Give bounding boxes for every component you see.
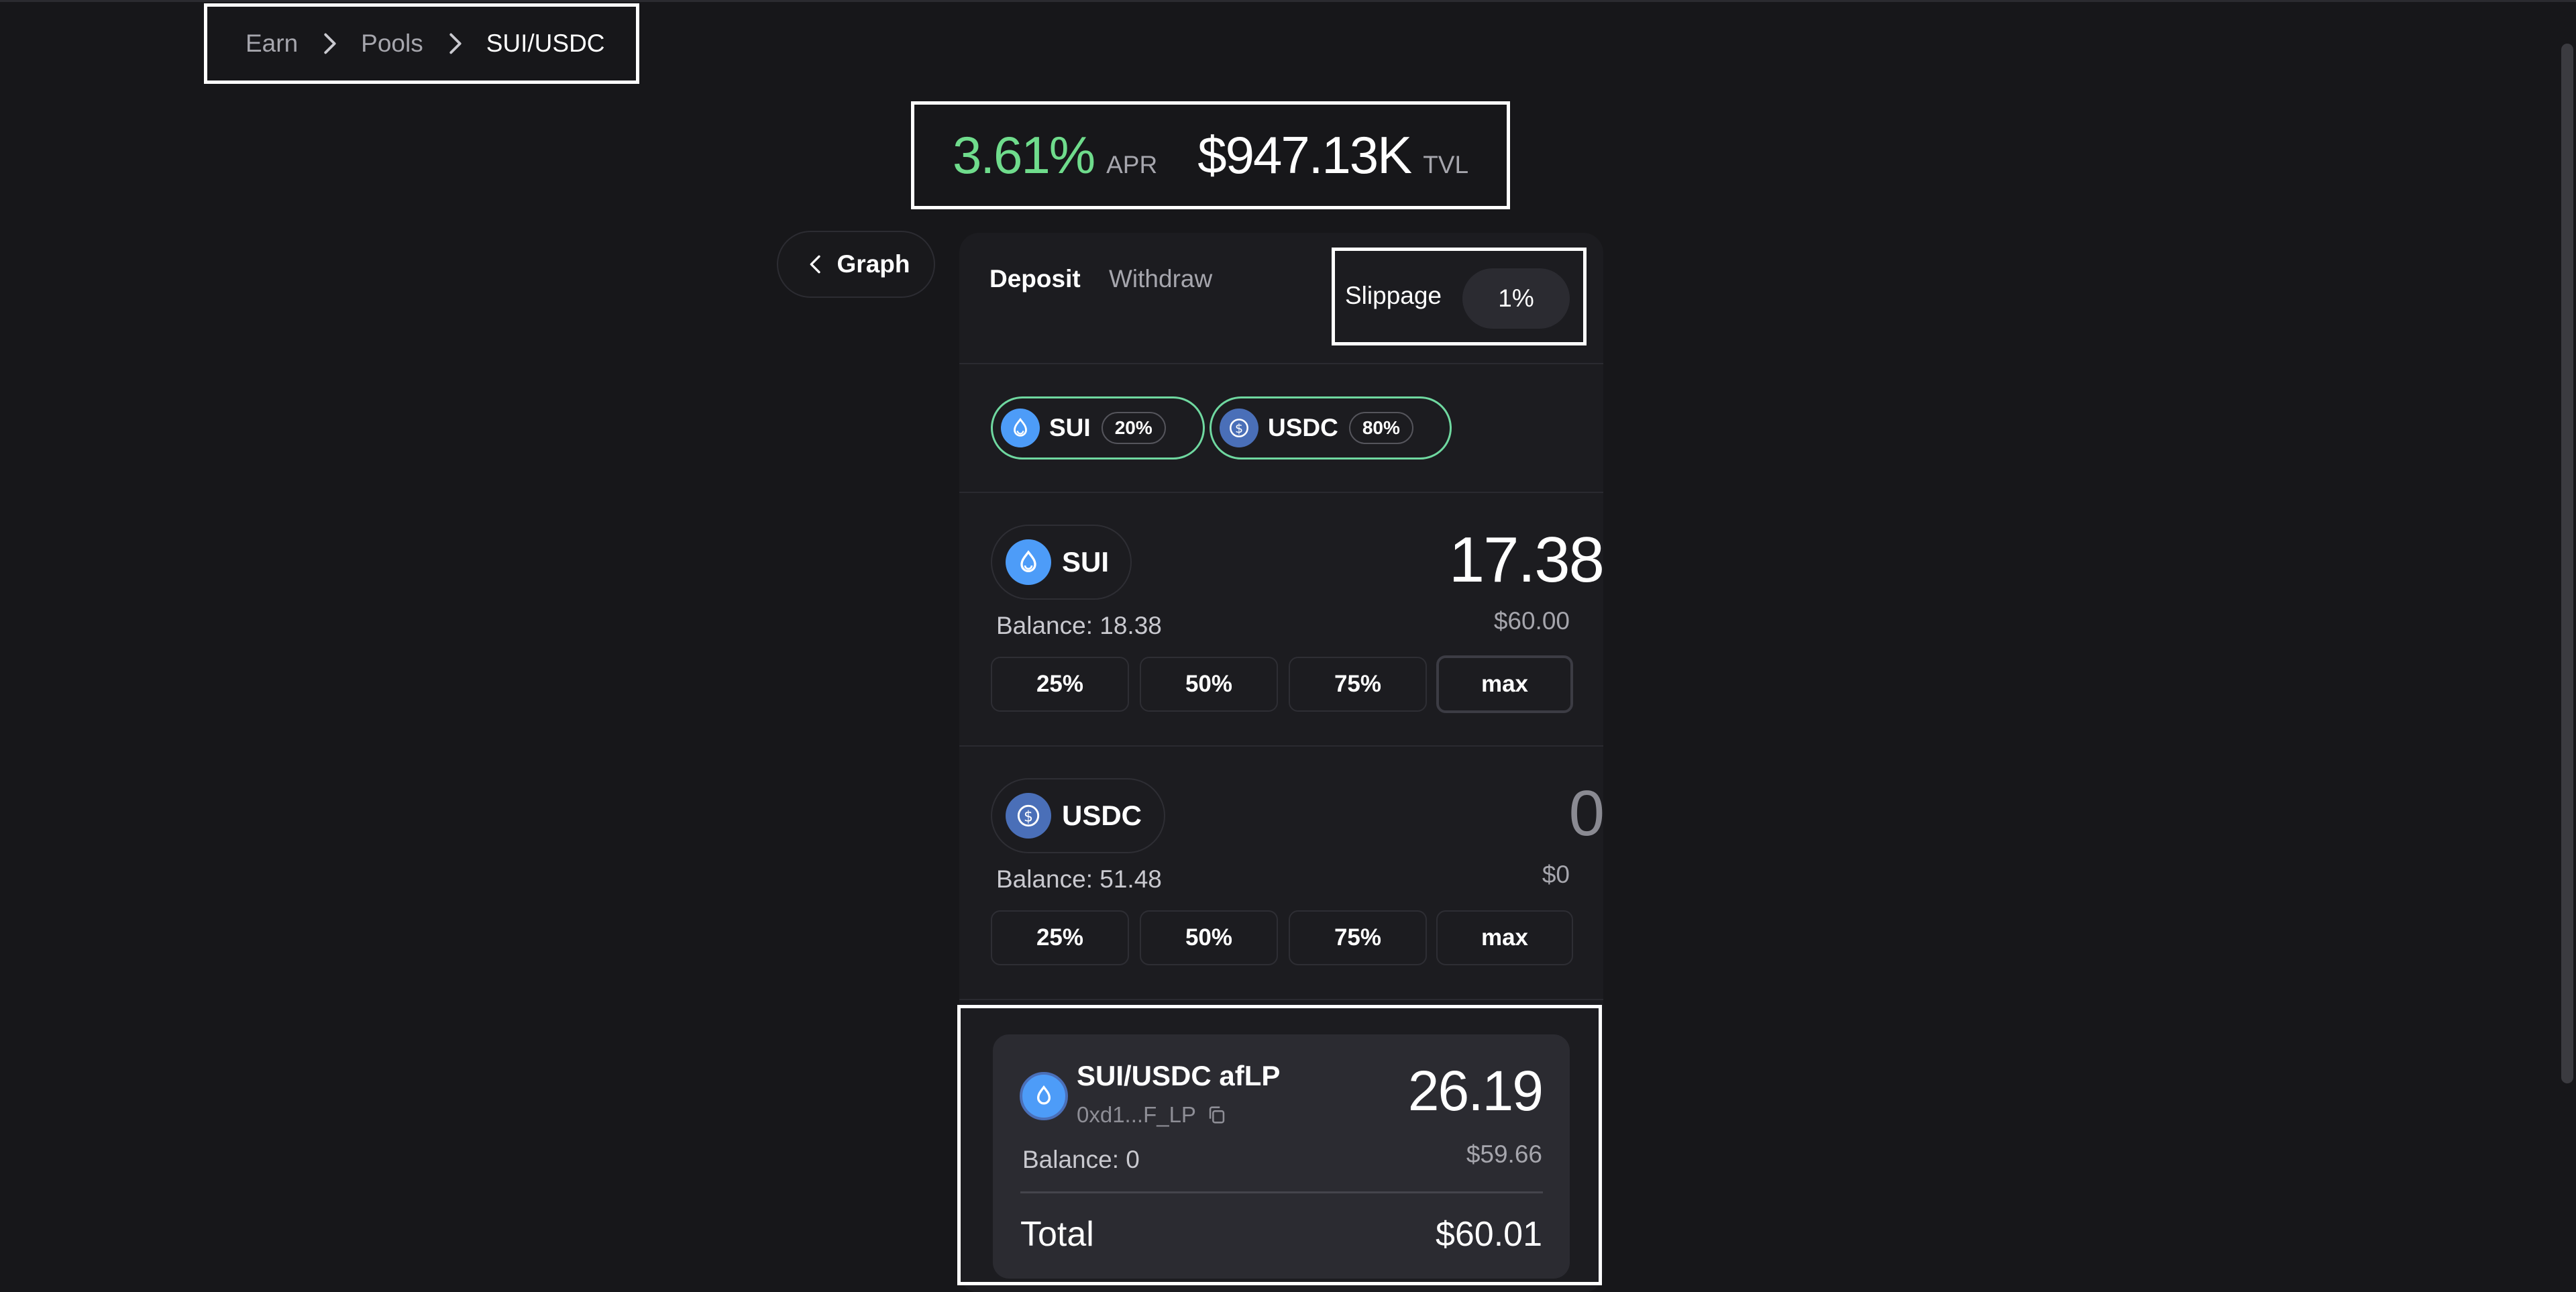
sui-max-button[interactable]: max	[1436, 655, 1573, 713]
sui-25-button[interactable]: 25%	[991, 657, 1129, 712]
lp-output-highlight	[957, 1005, 1602, 1285]
asset-name: USDC	[1062, 800, 1142, 831]
sui-usd-value: $60.00	[1493, 607, 1570, 635]
sui-amount-input[interactable]: 17.38	[1449, 523, 1605, 597]
svg-text:$: $	[1235, 421, 1243, 436]
usdc-75-button[interactable]: 75%	[1289, 910, 1427, 965]
sui-75-button[interactable]: 75%	[1289, 657, 1427, 712]
divider	[959, 999, 1603, 1000]
breadcrumb-highlight	[204, 3, 639, 84]
divider	[959, 363, 1603, 364]
tab-withdraw[interactable]: Withdraw	[1109, 265, 1212, 293]
balance-label: Balance:	[996, 612, 1093, 639]
stats-highlight	[911, 101, 1510, 209]
chip-token-name: SUI	[1049, 414, 1091, 441]
usdc-25-button[interactable]: 25%	[991, 910, 1129, 965]
slippage-highlight	[1332, 248, 1587, 345]
top-border	[0, 0, 2576, 2]
sui-token-icon	[1006, 539, 1051, 585]
asset-selector-sui[interactable]: SUI	[991, 525, 1132, 600]
chip-usdc[interactable]: $ USDC 80%	[1210, 396, 1452, 460]
sui-token-icon	[1001, 409, 1040, 447]
chevron-left-icon	[810, 255, 820, 274]
chip-weight: 20%	[1101, 412, 1166, 444]
sui-balance: Balance: 18.38	[996, 612, 1162, 640]
usdc-50-button[interactable]: 50%	[1140, 910, 1278, 965]
divider	[959, 745, 1603, 747]
asset-name: SUI	[1062, 546, 1110, 578]
balance-value: 18.38	[1099, 612, 1162, 639]
chip-token-name: USDC	[1268, 414, 1338, 441]
graph-button[interactable]: Graph	[777, 231, 935, 298]
usdc-usd-value: $0	[1542, 861, 1570, 888]
tab-deposit[interactable]: Deposit	[989, 265, 1081, 293]
usdc-amount-input[interactable]: 0	[1569, 777, 1605, 851]
pool-deposit-page: Earn Pools SUI/USDC 3.61% APR $947.13K T…	[0, 0, 2576, 1292]
asset-selector-usdc[interactable]: $ USDC	[991, 778, 1165, 853]
usdc-token-icon: $	[1220, 409, 1258, 447]
chip-sui[interactable]: SUI 20%	[991, 396, 1205, 460]
balance-value: 51.48	[1099, 865, 1162, 893]
usdc-balance: Balance: 51.48	[996, 865, 1162, 894]
balance-label: Balance:	[996, 865, 1093, 893]
scrollbar[interactable]	[2561, 44, 2573, 1083]
divider	[959, 492, 1603, 493]
sui-50-button[interactable]: 50%	[1140, 657, 1278, 712]
graph-button-label: Graph	[837, 250, 910, 278]
svg-text:$: $	[1024, 808, 1033, 825]
chip-weight: 80%	[1348, 412, 1413, 444]
usdc-max-button[interactable]: max	[1436, 910, 1573, 965]
usdc-token-icon: $	[1006, 793, 1051, 839]
